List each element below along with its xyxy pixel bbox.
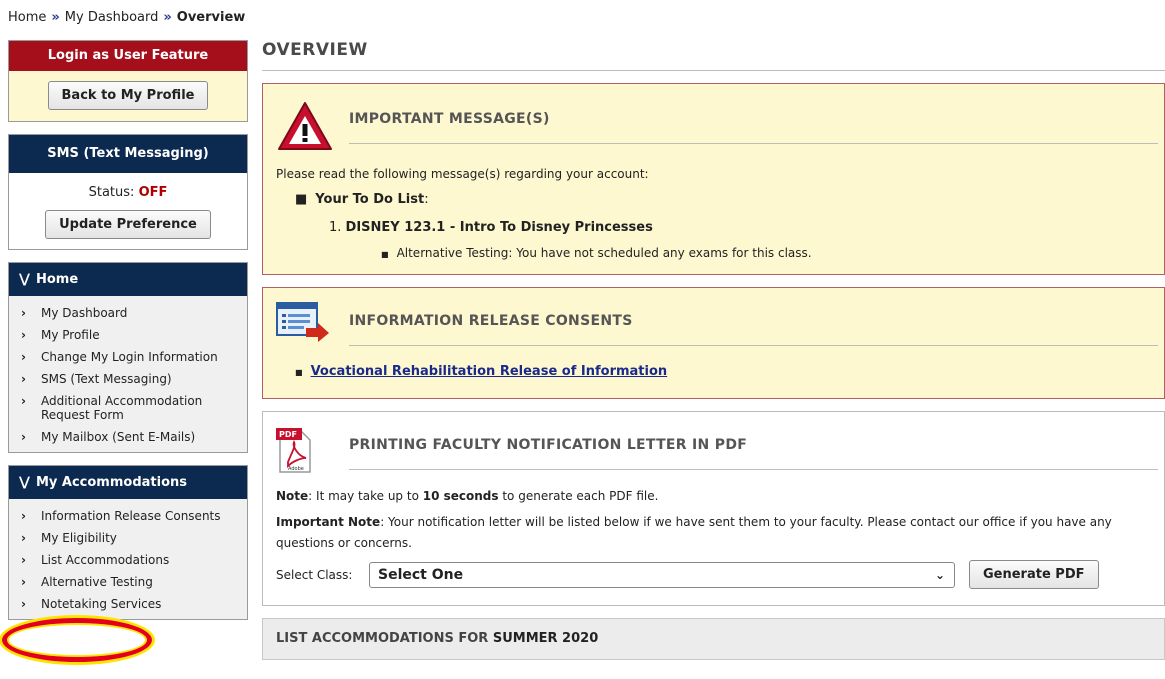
- sidebar-item-my-profile[interactable]: › My Profile: [9, 324, 247, 346]
- todo-class-item: 1. DISNEY 123.1 - Intro To Disney Prince…: [329, 220, 653, 235]
- main-content: OVERVIEW IMPORTANT MESSAGE(S) Please rea…: [262, 40, 1165, 660]
- alternative-testing-note: ■ Alternative Testing: You have not sched…: [381, 246, 812, 260]
- sms-title: SMS (Text Messaging): [9, 135, 247, 173]
- chevron-right-icon: ›: [21, 350, 26, 364]
- login-as-user-title: Login as User Feature: [9, 41, 247, 71]
- sidebar-item-my-mailbox[interactable]: › My Mailbox (Sent E-Mails): [9, 426, 247, 448]
- pdf-title: PRINTING FACULTY NOTIFICATION LETTER IN …: [349, 437, 748, 453]
- update-preference-button[interactable]: Update Preference: [45, 210, 211, 239]
- accommodations-nav-header[interactable]: ⋁ My Accommodations: [9, 466, 247, 499]
- chevron-right-icon: ›: [21, 328, 26, 342]
- pdf-note: Note: It may take up to 10 seconds to ge…: [276, 489, 659, 503]
- chevron-right-icon: ›: [21, 553, 26, 567]
- important-intro: Please read the following message(s) reg…: [276, 167, 649, 181]
- sidebar: Login as User Feature Back to My Profile…: [8, 40, 248, 632]
- page-title: OVERVIEW: [262, 40, 1165, 71]
- chevron-right-icon: ›: [21, 509, 26, 523]
- list-accommodations-header: LIST ACCOMMODATIONS FOR SUMMER 2020: [262, 618, 1165, 660]
- sidebar-item-my-dashboard[interactable]: › My Dashboard: [9, 302, 247, 324]
- sidebar-item-additional-accommodation[interactable]: › Additional Accommodation Request Form: [9, 390, 247, 426]
- sidebar-item-list-accommodations[interactable]: › List Accommodations: [9, 549, 247, 571]
- information-release-title: INFORMATION RELEASE CONSENTS: [349, 313, 633, 329]
- pdf-panel: PDF Adobe PRINTING FACULTY NOTIFICATION …: [262, 411, 1165, 606]
- sms-box: SMS (Text Messaging) Status: OFF Update …: [8, 134, 248, 250]
- chevron-right-icon: ›: [21, 394, 26, 408]
- sidebar-item-alternative-testing[interactable]: › Alternative Testing: [9, 571, 247, 593]
- breadcrumb-current: Overview: [176, 10, 246, 25]
- chevron-right-icon: ›: [21, 372, 26, 386]
- pdf-important-note-cont: questions or concerns.: [276, 536, 412, 550]
- chevron-right-icon: ›: [21, 306, 26, 320]
- sms-status-value: OFF: [138, 185, 168, 200]
- sidebar-item-my-eligibility[interactable]: › My Eligibility: [9, 527, 247, 549]
- warning-icon: [278, 102, 332, 150]
- pdf-icon: PDF Adobe: [276, 428, 311, 473]
- svg-text:Adobe: Adobe: [288, 466, 304, 472]
- information-release-panel: INFORMATION RELEASE CONSENTS ■ Vocational…: [262, 287, 1165, 399]
- breadcrumb: Home » My Dashboard » Overview: [8, 10, 245, 25]
- important-messages-panel: IMPORTANT MESSAGE(S) Please read the fol…: [262, 83, 1165, 275]
- generate-pdf-button[interactable]: Generate PDF: [969, 560, 1099, 589]
- home-nav-header[interactable]: ⋁ Home: [9, 263, 247, 296]
- sidebar-item-notetaking[interactable]: › Notetaking Services: [9, 593, 247, 615]
- todo-list-label: ■ Your To Do List:: [295, 192, 429, 207]
- breadcrumb-separator-icon: »: [51, 10, 60, 25]
- select-class-label: Select Class:: [276, 568, 353, 582]
- login-as-user-box: Login as User Feature Back to My Profile: [8, 40, 248, 122]
- sidebar-item-change-login[interactable]: › Change My Login Information: [9, 346, 247, 368]
- home-nav: ⋁ Home › My Dashboard › My Profile › Change …: [8, 262, 248, 453]
- document-arrow-icon: [276, 302, 329, 342]
- breadcrumb-separator-icon: »: [163, 10, 172, 25]
- breadcrumb-home[interactable]: Home: [8, 10, 46, 25]
- important-messages-title: IMPORTANT MESSAGE(S): [349, 111, 550, 127]
- sidebar-item-sms[interactable]: › SMS (Text Messaging): [9, 368, 247, 390]
- sidebar-item-information-release[interactable]: › Information Release Consents: [9, 505, 247, 527]
- double-chevron-down-icon: ⋁: [19, 475, 30, 490]
- pdf-important-note: Important Note: Your notification letter…: [276, 515, 1112, 529]
- breadcrumb-dashboard[interactable]: My Dashboard: [65, 10, 159, 25]
- double-chevron-down-icon: ⋁: [19, 272, 30, 287]
- sms-status: Status: OFF: [88, 185, 168, 200]
- chevron-down-icon: ⌄: [934, 568, 945, 582]
- chevron-right-icon: ›: [21, 575, 26, 589]
- back-to-profile-button[interactable]: Back to My Profile: [47, 81, 209, 110]
- accommodations-nav: ⋁ My Accommodations › Information Release …: [8, 465, 248, 620]
- chevron-right-icon: ›: [21, 531, 26, 545]
- select-class-dropdown[interactable]: Select One ⌄: [369, 562, 955, 588]
- chevron-right-icon: ›: [21, 597, 26, 611]
- svg-text:PDF: PDF: [279, 430, 297, 439]
- vocational-rehab-link[interactable]: Vocational Rehabilitation Release of Inf…: [311, 364, 668, 379]
- chevron-right-icon: ›: [21, 430, 26, 444]
